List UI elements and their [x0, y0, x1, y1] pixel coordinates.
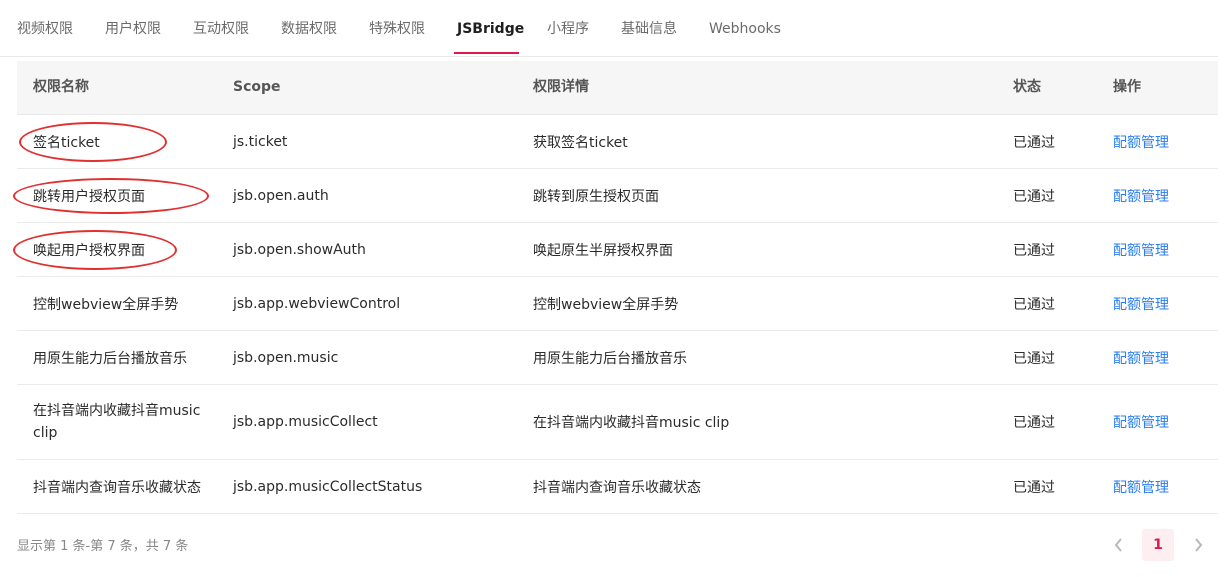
table-row: 唤起用户授权界面 jsb.open.showAuth 唤起原生半屏授权界面 已通… [17, 223, 1218, 277]
permission-scope: jsb.open.music [233, 349, 339, 366]
table-row: 抖音端内查询音乐收藏状态 jsb.app.musicCollectStatus … [17, 460, 1218, 514]
tab-mini-program[interactable]: 小程序 [547, 0, 589, 56]
permission-name: 跳转用户授权页面 [33, 188, 145, 205]
permission-scope: jsb.app.musicCollect [233, 414, 378, 430]
quota-management-link[interactable]: 配额管理 [1113, 115, 1169, 168]
permission-name: 用原生能力后台播放音乐 [33, 350, 187, 367]
permission-name: 控制webview全屏手势 [33, 296, 179, 313]
permission-name-text: 在抖音端内收藏抖音music clip [33, 403, 201, 441]
tab-interaction-permission[interactable]: 互动权限 [193, 0, 249, 56]
quota-management-link[interactable]: 配额管理 [1113, 385, 1169, 459]
permission-detail: 抖音端内查询音乐收藏状态 [533, 479, 701, 496]
permission-detail: 用原生能力后台播放音乐 [533, 350, 687, 367]
permission-scope: jsb.app.musicCollectStatus [233, 478, 423, 495]
permission-scope: jsb.open.auth [233, 187, 329, 204]
permission-detail: 在抖音端内收藏抖音music clip [533, 415, 730, 431]
chevron-right-icon [1195, 538, 1203, 552]
table-row: 控制webview全屏手势 jsb.app.webviewControl 控制w… [17, 277, 1218, 331]
permission-status: 已通过 [1013, 134, 1055, 151]
next-page-button[interactable] [1184, 531, 1212, 559]
table-row: 跳转用户授权页面 jsb.open.auth 跳转到原生授权页面 已通过 配额管… [17, 169, 1218, 223]
permission-status: 已通过 [1013, 188, 1055, 205]
permission-status: 已通过 [1013, 296, 1055, 313]
quota-management-link[interactable]: 配额管理 [1113, 331, 1169, 384]
active-tab-indicator [454, 52, 519, 54]
permission-name: 签名ticket [33, 134, 100, 151]
permission-scope: jsb.app.webviewControl [233, 295, 401, 312]
previous-page-button[interactable] [1105, 531, 1133, 559]
column-header-detail: 权限详情 [533, 79, 589, 95]
tab-data-permission[interactable]: 数据权限 [281, 0, 337, 56]
permission-detail: 跳转到原生授权页面 [533, 188, 659, 205]
quota-management-link[interactable]: 配额管理 [1113, 460, 1169, 513]
permission-status: 已通过 [1013, 242, 1055, 259]
permission-name: 唤起用户授权界面 [33, 242, 145, 259]
table-header: 权限名称 Scope 权限详情 状态 操作 [17, 61, 1218, 115]
permission-status: 已通过 [1013, 415, 1055, 431]
permission-status: 已通过 [1013, 479, 1055, 496]
table-row: 在抖音端内收藏抖音music clip jsb.app.musicCollect… [17, 385, 1218, 460]
tab-basic-info[interactable]: 基础信息 [621, 0, 677, 56]
quota-management-link[interactable]: 配额管理 [1113, 223, 1169, 276]
permission-detail: 唤起原生半屏授权界面 [533, 242, 673, 259]
column-header-name: 权限名称 [33, 79, 89, 95]
quota-management-link[interactable]: 配额管理 [1113, 169, 1169, 222]
permission-status: 已通过 [1013, 350, 1055, 367]
page-number-button[interactable]: 1 [1142, 529, 1174, 561]
quota-management-link[interactable]: 配额管理 [1113, 277, 1169, 330]
permission-name: 在抖音端内收藏抖音music clip [33, 385, 213, 459]
permission-scope: jsb.open.showAuth [233, 241, 366, 258]
tab-video-permission[interactable]: 视频权限 [17, 0, 73, 56]
table-row: 用原生能力后台播放音乐 jsb.open.music 用原生能力后台播放音乐 已… [17, 331, 1218, 385]
tab-user-permission[interactable]: 用户权限 [105, 0, 161, 56]
permission-detail: 获取签名ticket [533, 134, 628, 151]
chevron-left-icon [1114, 538, 1122, 552]
permission-tabs: 视频权限 用户权限 互动权限 数据权限 特殊权限 JSBridge 小程序 基础… [0, 0, 1218, 57]
permission-detail: 控制webview全屏手势 [533, 296, 679, 313]
table-row: 签名ticket js.ticket 获取签名ticket 已通过 配额管理 [17, 115, 1218, 169]
tab-jsbridge[interactable]: JSBridge [457, 0, 524, 56]
permission-scope: js.ticket [233, 133, 288, 150]
permission-name: 抖音端内查询音乐收藏状态 [33, 479, 201, 496]
pagination-summary: 显示第 1 条-第 7 条，共 7 条 [17, 539, 189, 554]
tab-webhooks[interactable]: Webhooks [709, 0, 781, 56]
column-header-status: 状态 [1013, 79, 1041, 95]
tab-special-permission[interactable]: 特殊权限 [369, 0, 425, 56]
column-header-action: 操作 [1113, 79, 1141, 95]
column-header-scope: Scope [233, 79, 281, 95]
